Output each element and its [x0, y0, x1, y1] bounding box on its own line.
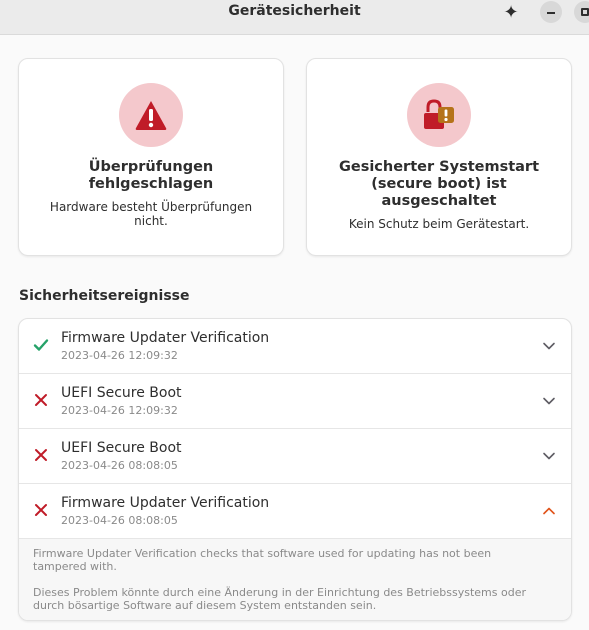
event-timestamp: 2023-04-26 08:08:05	[61, 459, 178, 472]
event-title: UEFI Secure Boot	[61, 440, 182, 456]
chevron-up-icon[interactable]	[541, 503, 557, 519]
security-events-list: Firmware Updater Verification 2023-04-26…	[18, 318, 572, 621]
chevron-down-icon[interactable]	[541, 338, 557, 354]
card-subtitle: Kein Schutz beim Gerätestart.	[348, 217, 530, 231]
minimize-icon	[547, 12, 555, 14]
header-bar: Gerätesicherheit ✦	[0, 0, 589, 35]
maximize-icon	[581, 8, 589, 16]
cross-icon	[33, 502, 49, 518]
event-description: Firmware Updater Verification checks tha…	[33, 547, 492, 573]
warning-icon-circle	[119, 83, 183, 147]
event-explanation: Dieses Problem könnte durch eine Änderun…	[33, 586, 526, 612]
checks-failed-card: Überprüfungen fehlgeschlagen Hardware be…	[18, 58, 284, 256]
card-title: Überprüfungen fehlgeschlagen	[88, 159, 214, 192]
card-subtitle: Hardware besteht Überprüfungen nicht.	[49, 200, 253, 228]
event-timestamp: 2023-04-26 12:09:32	[61, 404, 178, 417]
cross-icon	[33, 447, 49, 463]
event-row-expanded[interactable]: Firmware Updater Verification 2023-04-26…	[19, 484, 571, 539]
sparkle-icon[interactable]: ✦	[500, 1, 522, 23]
unlocked-padlock-warning-icon	[424, 99, 454, 129]
minimize-button[interactable]	[540, 1, 562, 23]
event-row[interactable]: UEFI Secure Boot 2023-04-26 08:08:05	[19, 429, 571, 484]
event-timestamp: 2023-04-26 12:09:32	[61, 349, 178, 362]
event-title: Firmware Updater Verification	[61, 330, 270, 346]
chevron-down-icon[interactable]	[541, 448, 557, 464]
event-row[interactable]: Firmware Updater Verification 2023-04-26…	[19, 319, 571, 374]
maximize-button[interactable]	[574, 1, 589, 23]
chevron-down-icon[interactable]	[541, 393, 557, 409]
warning-triangle-icon	[135, 101, 167, 130]
card-title: Gesicherter Systemstart (secure boot) is…	[338, 159, 540, 209]
event-title: Firmware Updater Verification	[61, 495, 270, 511]
checkmark-icon	[33, 337, 49, 353]
event-details: Firmware Updater Verification checks tha…	[19, 539, 571, 620]
cross-icon	[33, 392, 49, 408]
event-row[interactable]: UEFI Secure Boot 2023-04-26 12:09:32	[19, 374, 571, 429]
event-timestamp: 2023-04-26 08:08:05	[61, 514, 178, 527]
secure-boot-card: Gesicherter Systemstart (secure boot) is…	[306, 58, 572, 256]
event-title: UEFI Secure Boot	[61, 385, 182, 401]
lock-icon-circle	[407, 83, 471, 147]
security-events-heading: Sicherheitsereignisse	[19, 288, 190, 304]
